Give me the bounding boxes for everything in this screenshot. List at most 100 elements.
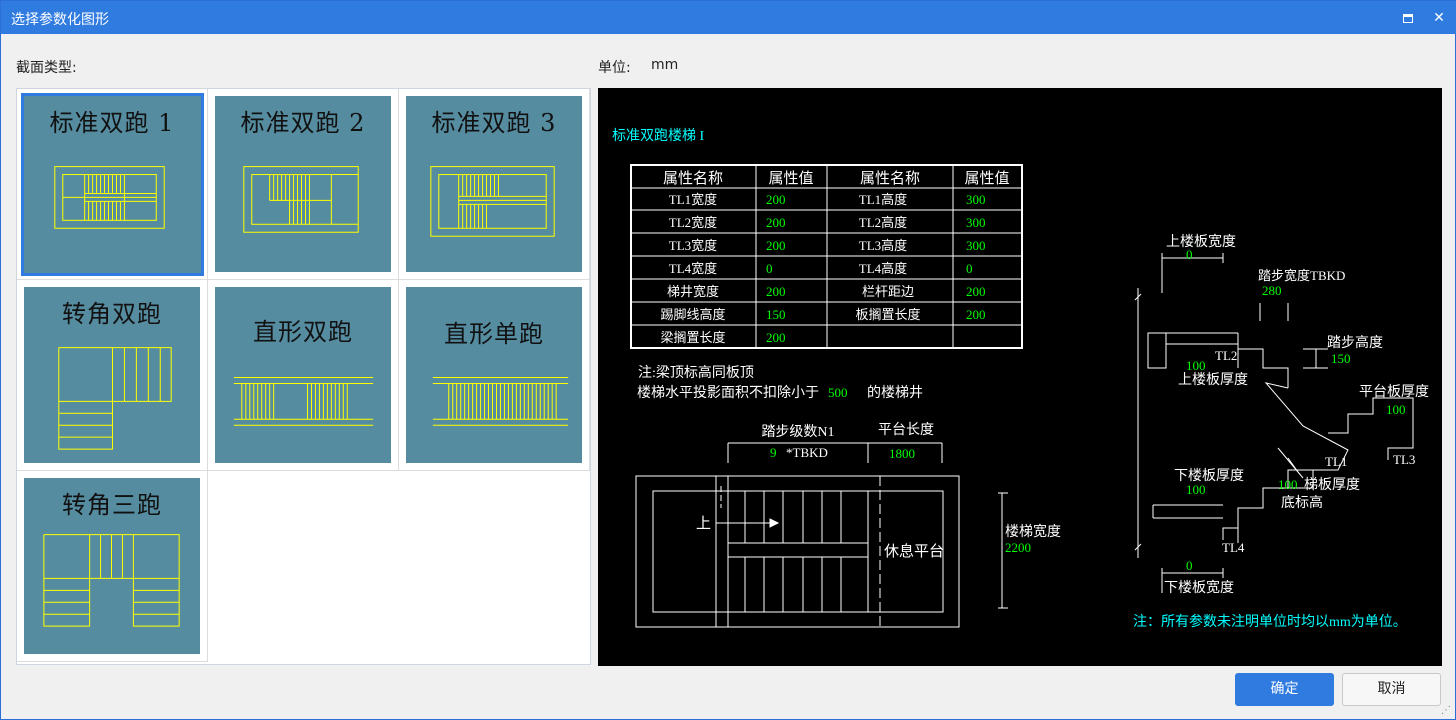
stair-plan-icon — [430, 166, 555, 237]
thumbnail-straight-double[interactable]: 直形双跑 — [208, 280, 399, 471]
svg-text:TL3高度: TL3高度 — [859, 238, 907, 253]
svg-text:属性名称: 属性名称 — [663, 170, 723, 187]
svg-text:150: 150 — [1331, 351, 1351, 366]
stair-plan-icon — [243, 166, 359, 233]
cancel-button[interactable]: 取消 — [1342, 673, 1441, 706]
steps-suffix: *TBKD — [786, 445, 828, 460]
svg-text:100: 100 — [1386, 402, 1406, 417]
svg-text:踢脚线高度: 踢脚线高度 — [660, 307, 725, 322]
steps-label: 踏步级数N1 — [761, 424, 834, 440]
resize-grip-icon[interactable]: ⋰ — [1441, 705, 1451, 716]
svg-text:200: 200 — [766, 192, 786, 207]
thumbnail-gallery: 标准双跑 1 标准双跑 2 标准双跑 3 转角双跑 直形双跑 直形单跑 转角三跑 — [16, 88, 591, 665]
svg-text:上楼板厚度: 上楼板厚度 — [1178, 372, 1248, 388]
title-bar: 选择参数化图形 ✕ — [1, 1, 1456, 34]
stair-width-value: 2200 — [1005, 540, 1031, 555]
close-icon: ✕ — [1433, 10, 1445, 26]
svg-text:200: 200 — [766, 330, 786, 345]
svg-text:0: 0 — [1186, 558, 1193, 573]
stair-width-label: 楼梯宽度 — [1005, 523, 1061, 540]
steps-value: 9 — [770, 445, 777, 460]
stair-plan-icon — [43, 534, 180, 627]
stair-section — [1134, 253, 1414, 593]
maximize-icon — [1403, 13, 1413, 23]
thumbnail-standard-double-2[interactable]: 标准双跑 2 — [208, 89, 399, 280]
stair-preview-panel: 标准双跑楼梯 I 属性名称 属性值 属性名称 属性值 TL1宽度 200 TL1… — [598, 88, 1442, 666]
thumbnail-corner-double[interactable]: 转角双跑 — [17, 280, 208, 471]
svg-text:上楼板宽度: 上楼板宽度 — [1166, 233, 1236, 250]
ok-button[interactable]: 确定 — [1235, 673, 1334, 706]
svg-text:200: 200 — [766, 215, 786, 230]
unit-label: 单位: — [598, 60, 631, 76]
thumbnail-standard-double-3[interactable]: 标准双跑 3 — [399, 89, 590, 280]
note-stairwell-suffix: 的楼梯井 — [867, 385, 923, 401]
svg-text:TL2: TL2 — [1215, 348, 1237, 363]
svg-text:踏步宽度TBKD: 踏步宽度TBKD — [1258, 268, 1345, 283]
svg-text:踏步高度: 踏步高度 — [1327, 334, 1383, 351]
svg-text:300: 300 — [966, 215, 986, 230]
svg-text:100: 100 — [1278, 477, 1298, 492]
svg-text:300: 300 — [966, 238, 986, 253]
platform-length-label: 平台长度 — [878, 422, 934, 438]
thumbnail-corner-triple[interactable]: 转角三跑 — [17, 471, 208, 662]
up-label: 上 — [696, 515, 711, 532]
svg-text:TL4高度: TL4高度 — [859, 261, 907, 276]
note-beam-top: 注:梁顶标高同板顶 — [638, 364, 754, 381]
svg-text:200: 200 — [766, 284, 786, 299]
svg-text:TL2宽度: TL2宽度 — [669, 215, 717, 230]
svg-text:TL4: TL4 — [1222, 540, 1245, 555]
stair-plan-icon — [58, 347, 172, 450]
preview-title: 标准双跑楼梯 I — [612, 128, 704, 144]
thumbnail-straight-single[interactable]: 直形单跑 — [399, 280, 590, 471]
svg-text:100: 100 — [1186, 358, 1206, 373]
svg-text:梯井宽度: 梯井宽度 — [667, 284, 719, 299]
svg-text:TL3宽度: TL3宽度 — [669, 238, 717, 253]
svg-text:0: 0 — [966, 261, 973, 276]
stair-plan-icon — [54, 166, 165, 229]
close-button[interactable]: ✕ — [1426, 5, 1452, 31]
svg-text:梁搁置长度: 梁搁置长度 — [660, 330, 725, 345]
maximize-button[interactable] — [1395, 5, 1421, 31]
svg-text:300: 300 — [966, 192, 986, 207]
section-type-label: 截面类型: — [16, 60, 77, 76]
unit-value: mm — [651, 57, 679, 73]
svg-text:属性值: 属性值 — [768, 170, 813, 187]
stair-drawing: 标准双跑楼梯 I 属性名称 属性值 属性名称 属性值 TL1宽度 200 TL1… — [612, 128, 1429, 630]
stair-plan — [635, 475, 1008, 628]
window-title: 选择参数化图形 — [11, 12, 109, 28]
table-rows: TL1宽度 200 TL1高度 300 TL2宽度 200 TL2高度 300 … — [660, 192, 985, 345]
svg-text:TL2高度: TL2高度 — [859, 215, 907, 230]
stair-plan-icon — [233, 376, 374, 426]
note-stairwell-prefix: 楼梯水平投影面积不扣除小于 — [637, 385, 819, 401]
svg-text:TL1宽度: TL1宽度 — [669, 192, 717, 207]
svg-text:TL4宽度: TL4宽度 — [669, 261, 717, 276]
svg-text:150: 150 — [766, 307, 786, 322]
rest-platform-label: 休息平台 — [884, 543, 944, 560]
svg-text:TL1: TL1 — [1325, 454, 1347, 469]
stair-plan-icon — [432, 376, 569, 426]
svg-text:200: 200 — [966, 307, 986, 322]
dialog-window: 选择参数化图形 ✕ 截面类型: 单位: mm 标准双跑 1 标准双跑 2 标准双… — [0, 0, 1456, 720]
svg-text:100: 100 — [1186, 482, 1206, 497]
svg-text:0: 0 — [766, 261, 773, 276]
platform-length-value: 1800 — [889, 446, 915, 461]
svg-text:280: 280 — [1262, 283, 1282, 298]
svg-text:栏杆距边: 栏杆距边 — [862, 284, 914, 299]
svg-text:0: 0 — [1186, 247, 1193, 262]
table-headers: 属性名称 属性值 属性名称 属性值 — [663, 170, 1010, 187]
svg-text:板搁置长度: 板搁置长度 — [855, 307, 920, 322]
svg-text:属性值: 属性值 — [964, 170, 1009, 187]
svg-text:200: 200 — [766, 238, 786, 253]
svg-text:TL1高度: TL1高度 — [859, 192, 907, 207]
svg-text:下楼板厚度: 下楼板厚度 — [1174, 468, 1244, 484]
svg-text:200: 200 — [966, 284, 986, 299]
svg-text:TL3: TL3 — [1393, 452, 1415, 467]
svg-text:平台板厚度: 平台板厚度 — [1359, 384, 1429, 400]
svg-text:梯板厚度: 梯板厚度 — [1304, 477, 1360, 493]
footer-note: 注：所有参数未注明单位时均以mm为单位。 — [1133, 613, 1407, 630]
note-stairwell-value: 500 — [828, 385, 848, 400]
section-annotations: 上楼板宽度 0 踏步宽度TBKD 280 踏步高度 150 TL2 100 上楼… — [1164, 233, 1429, 596]
svg-text:底标高: 底标高 — [1281, 494, 1323, 511]
thumbnail-standard-double-1[interactable]: 标准双跑 1 — [17, 89, 208, 280]
svg-text:下楼板宽度: 下楼板宽度 — [1164, 579, 1234, 596]
